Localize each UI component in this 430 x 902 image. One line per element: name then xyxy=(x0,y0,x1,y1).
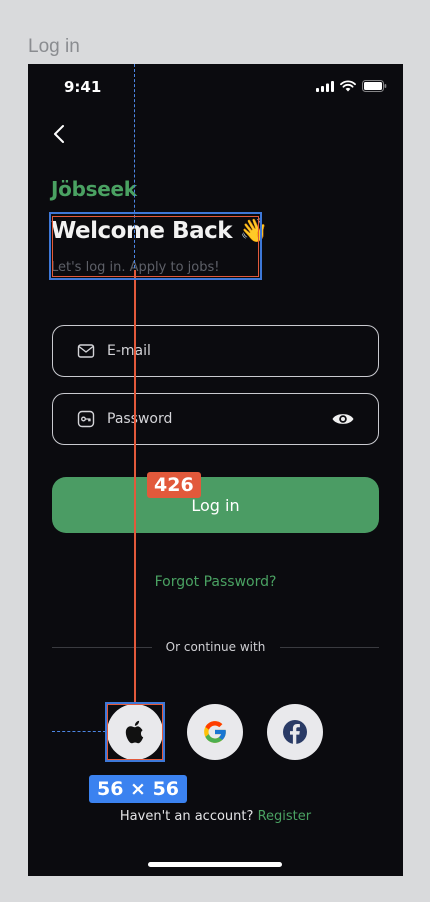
google-icon xyxy=(204,721,226,743)
eye-icon xyxy=(332,414,354,424)
register-prompt-text: Haven't an account? xyxy=(119,809,254,824)
password-field[interactable] xyxy=(52,393,379,445)
password-input[interactable] xyxy=(107,411,330,427)
facebook-login-button[interactable] xyxy=(267,704,323,760)
google-login-button[interactable] xyxy=(187,704,243,760)
back-button[interactable] xyxy=(48,122,72,146)
show-password-toggle[interactable] xyxy=(330,406,356,432)
email-field[interactable] xyxy=(52,325,379,377)
register-link[interactable]: Register xyxy=(258,809,312,824)
hover-box-title xyxy=(52,216,259,277)
signal-icon xyxy=(316,80,334,92)
email-input[interactable] xyxy=(107,343,378,359)
spacing-measure-badge: 426 xyxy=(147,472,201,498)
divider-label: Or continue with xyxy=(28,640,403,654)
spacing-measure-line xyxy=(134,270,136,704)
status-icons xyxy=(316,80,387,92)
login-button[interactable]: Log in xyxy=(52,477,379,533)
size-badge: 56 × 56 xyxy=(89,775,188,803)
forgot-password-label[interactable]: Forgot Password? xyxy=(155,574,277,590)
phone-screen: 9:41 Jöbseek Welcome Back 👋 Let's log in… xyxy=(28,64,403,876)
brand-logo: Jöbseek xyxy=(51,177,137,201)
home-indicator xyxy=(148,862,282,867)
password-key-icon xyxy=(77,410,95,428)
hover-box-apple xyxy=(107,704,163,760)
battery-icon xyxy=(362,80,387,92)
chevron-left-icon xyxy=(54,125,64,143)
register-prompt: Haven't an account? Register xyxy=(28,809,403,824)
continue-with-text: Or continue with xyxy=(153,640,278,654)
forgot-password-link[interactable]: Forgot Password? xyxy=(28,574,403,590)
mail-icon xyxy=(77,342,95,360)
frame-title: Log in xyxy=(28,36,80,57)
facebook-icon xyxy=(283,720,307,744)
guide-line-horizontal xyxy=(52,731,106,732)
status-time: 9:41 xyxy=(64,78,102,96)
wifi-icon xyxy=(340,80,356,92)
